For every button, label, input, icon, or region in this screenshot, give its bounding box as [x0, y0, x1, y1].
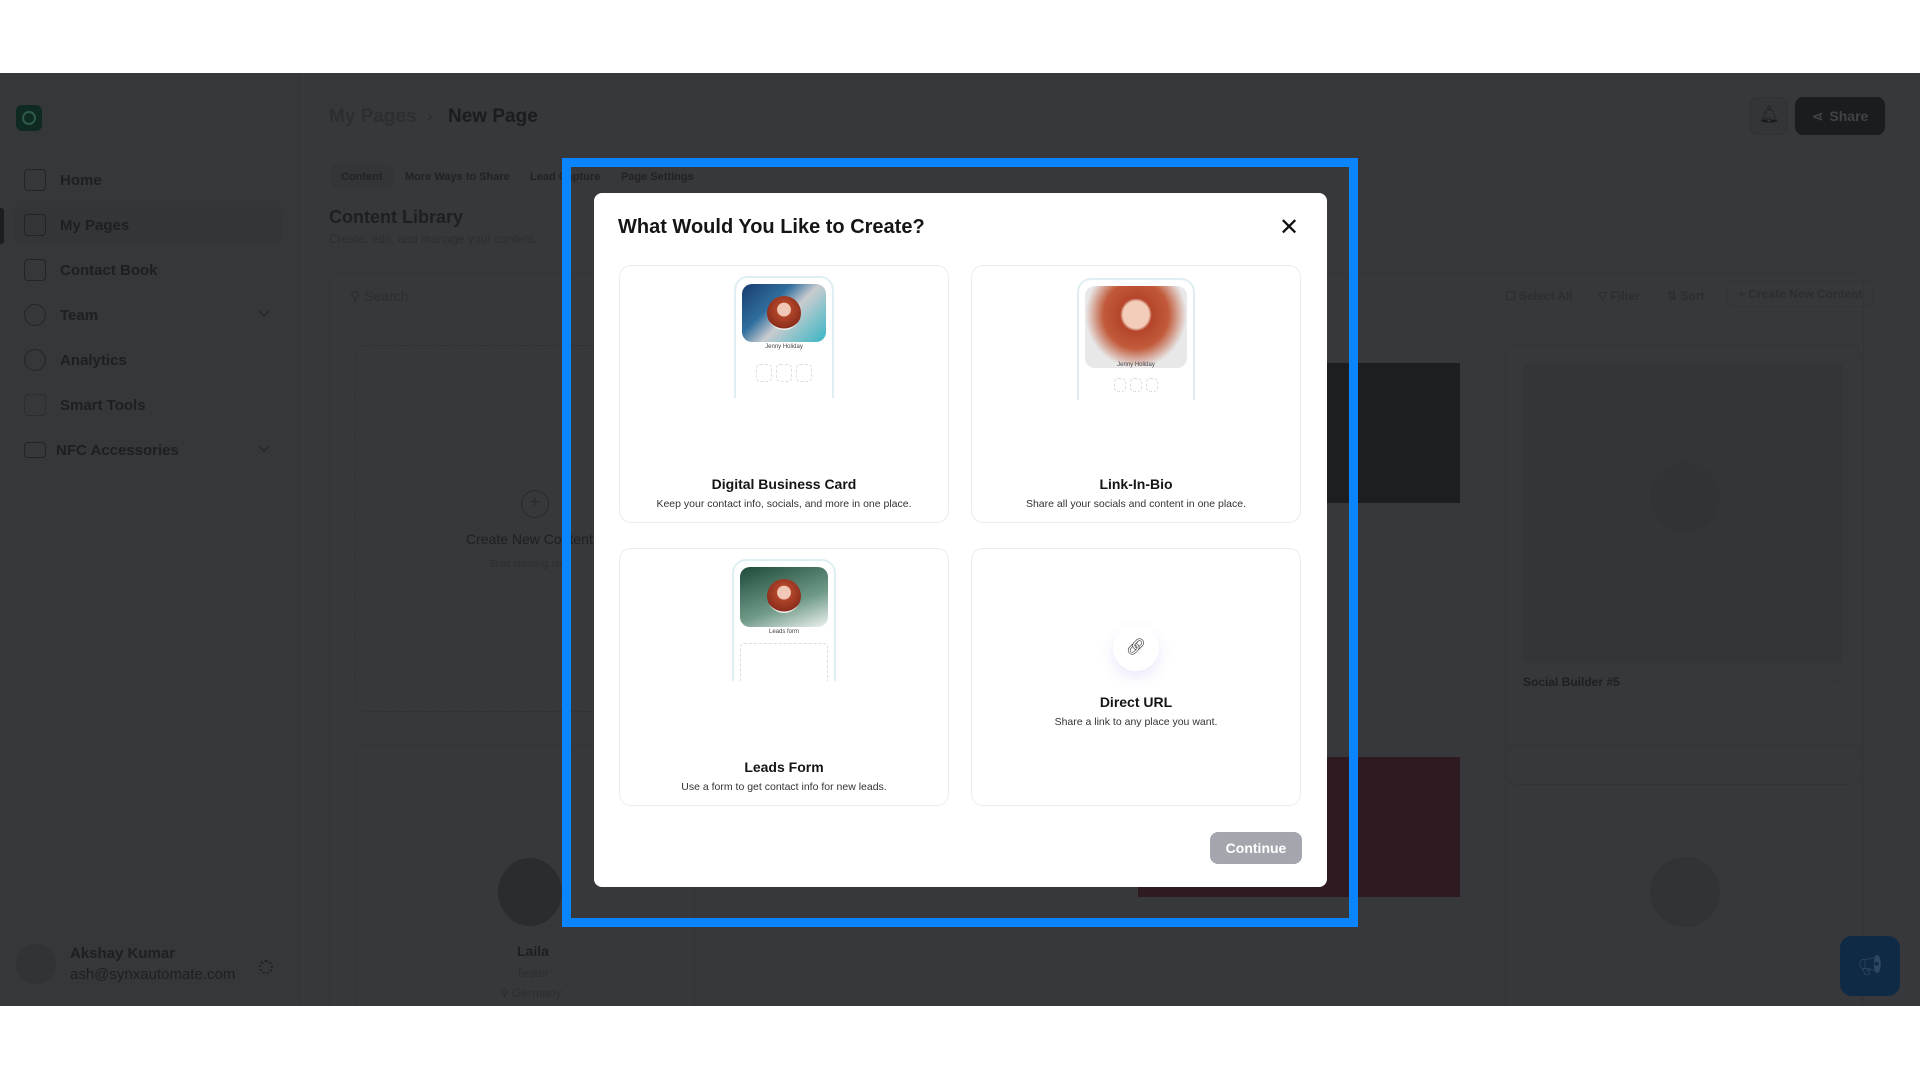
- option-description: Keep your contact info, socials, and mor…: [656, 498, 912, 510]
- pages-icon: [24, 214, 46, 236]
- option-digital-business-card[interactable]: Jenny Holiday Digital Business Card Keep…: [619, 265, 949, 523]
- tab-content[interactable]: Content: [331, 165, 393, 189]
- option-leads-form[interactable]: Leads form Leads Form Use a form to get …: [619, 548, 949, 806]
- share-icon: ⋖: [1811, 107, 1824, 124]
- user-placeholder-icon: [1650, 462, 1720, 532]
- create-new-content-button[interactable]: + Create New Content: [1727, 281, 1874, 307]
- sidebar-item-contact-book[interactable]: Contact Book: [14, 252, 282, 288]
- business-card-preview: Jenny Holiday: [734, 276, 834, 398]
- sidebar: Home My Pages Contact Book Team Analytic…: [0, 73, 300, 1006]
- more-options-icon[interactable]: ···: [1830, 671, 1844, 687]
- location-pin-icon: ⚲: [500, 986, 513, 1000]
- active-indicator: [0, 208, 4, 244]
- user-avatar[interactable]: [16, 944, 56, 984]
- link-icon: 🔗︎: [1113, 625, 1159, 671]
- profile-location: ⚲ Germany: [500, 986, 562, 1000]
- continue-button[interactable]: Continue: [1210, 832, 1302, 864]
- search-input[interactable]: ⚲ Search: [350, 288, 409, 305]
- breadcrumb-current: New Page: [448, 106, 538, 127]
- option-direct-url[interactable]: 🔗︎ Direct URL Share a link to any place …: [971, 548, 1301, 806]
- modal-title: What Would You Like to Create?: [618, 216, 925, 238]
- profile-role: Tester: [516, 966, 549, 980]
- announcement-button[interactable]: 📢︎: [1840, 936, 1900, 996]
- option-title: Digital Business Card: [711, 476, 857, 492]
- sidebar-item-nfc-accessories[interactable]: NFC Accessories: [14, 432, 282, 468]
- share-button[interactable]: ⋖ Share: [1795, 97, 1885, 135]
- filter-button[interactable]: ▽ Filter: [1598, 289, 1640, 303]
- sidebar-item-home[interactable]: Home: [14, 162, 282, 198]
- grid-icon: [24, 394, 46, 416]
- user-placeholder-icon: [1650, 857, 1720, 927]
- profile-avatar: [498, 858, 562, 926]
- notification-bell-button[interactable]: 🔔︎: [1750, 97, 1788, 135]
- option-title: Direct URL: [1099, 694, 1173, 710]
- gear-icon[interactable]: [259, 960, 273, 974]
- sidebar-item-smart-tools[interactable]: Smart Tools: [14, 387, 282, 423]
- breadcrumb-parent[interactable]: My Pages: [329, 106, 417, 128]
- leads-form-preview: Leads form: [732, 559, 836, 681]
- breadcrumb-separator-icon: ›: [427, 106, 433, 125]
- team-icon: [24, 304, 46, 326]
- option-title: Link-In-Bio: [1099, 476, 1173, 492]
- library-subtitle: Create, edit, and manage your content.: [329, 232, 538, 246]
- option-link-in-bio[interactable]: Jenny Holiday Link-In-Bio Share all your…: [971, 265, 1301, 523]
- library-title: Content Library: [329, 207, 464, 227]
- profile-name: Laila: [517, 943, 549, 959]
- user-name: Akshay Kumar: [70, 945, 176, 962]
- user-email: ash@synxautomate.com: [70, 966, 236, 983]
- tab-more-ways-to-share[interactable]: More Ways to Share: [395, 165, 520, 189]
- sidebar-item-my-pages[interactable]: My Pages: [14, 207, 282, 243]
- sidebar-item-analytics[interactable]: Analytics: [14, 342, 282, 378]
- option-description: Use a form to get contact info for new l…: [681, 781, 887, 793]
- search-icon: ⚲: [350, 288, 365, 304]
- card-icon: [24, 442, 46, 458]
- plus-circle-icon: +: [521, 490, 549, 518]
- create-card-subtitle: Start creating now.: [489, 559, 572, 570]
- option-description: Share all your socials and content in on…: [1025, 498, 1247, 510]
- select-all-checkbox[interactable]: ☐ Select All: [1505, 289, 1573, 303]
- option-title: Leads Form: [744, 759, 824, 775]
- pie-chart-icon: [24, 349, 46, 371]
- link-in-bio-preview: Jenny Holiday: [1077, 278, 1195, 400]
- close-icon[interactable]: ✕: [1279, 213, 1299, 242]
- contact-book-icon: [24, 259, 46, 281]
- app-logo: [16, 105, 42, 131]
- home-icon: [24, 169, 46, 191]
- option-description: Share a link to any place you want.: [1054, 716, 1218, 728]
- sidebar-item-team[interactable]: Team: [14, 297, 282, 333]
- content-card-title: Social Builder #5: [1523, 675, 1620, 689]
- chevron-down-icon: [258, 305, 270, 317]
- sort-button[interactable]: ⇅ Sort: [1667, 289, 1704, 303]
- chevron-down-icon: [258, 440, 270, 452]
- create-modal: What Would You Like to Create? ✕ Jenny H…: [594, 193, 1327, 887]
